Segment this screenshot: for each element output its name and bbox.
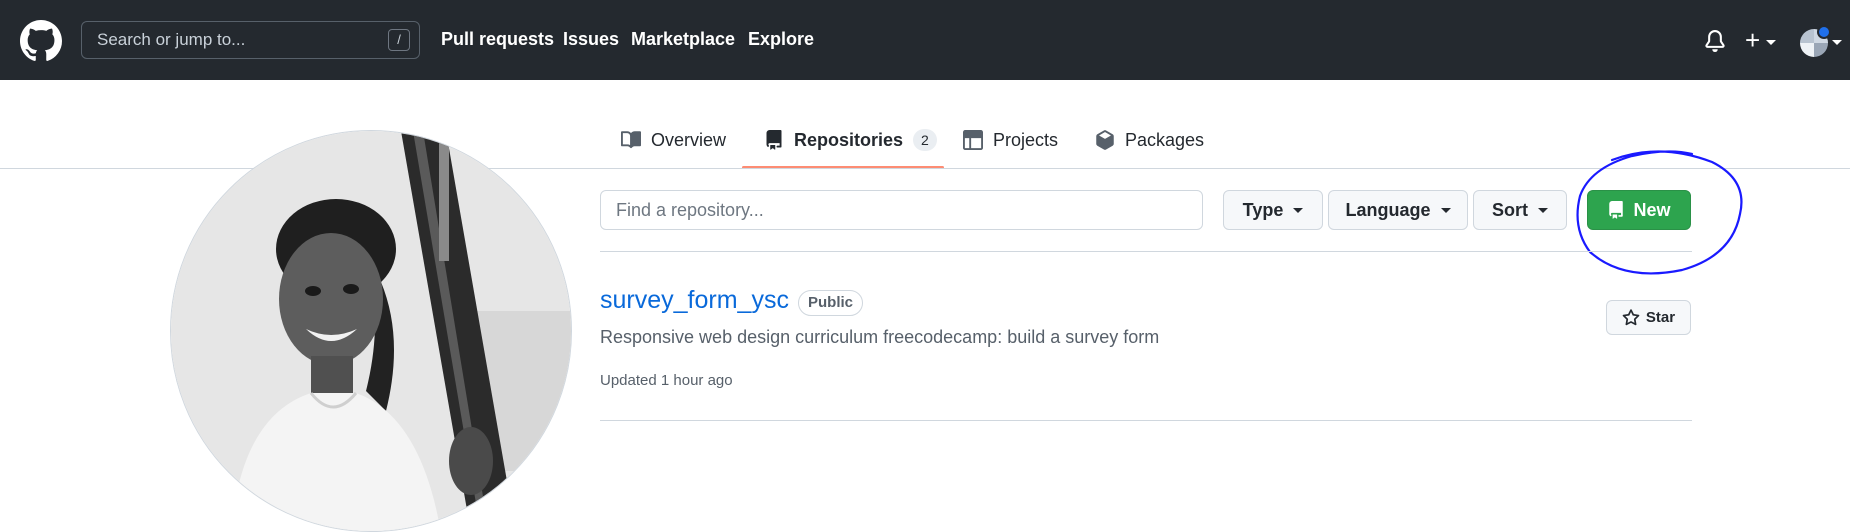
tab-projects[interactable]: Projects <box>963 124 1058 156</box>
tab-label: Projects <box>993 129 1059 150</box>
tab-label: Packages <box>1125 129 1205 150</box>
github-logo-icon[interactable] <box>20 20 62 62</box>
search-placeholder: Search or jump to... <box>97 30 246 49</box>
nav-issues[interactable]: Issues <box>563 29 619 50</box>
list-divider <box>600 251 1692 252</box>
star-button[interactable]: Star <box>1606 300 1691 335</box>
star-icon <box>1622 308 1640 325</box>
chevron-down-icon <box>1293 207 1304 213</box>
book-icon <box>621 131 641 149</box>
top-header: Search or jump to... / Pull requests Iss… <box>0 0 1850 80</box>
chevron-down-icon <box>1538 207 1548 213</box>
star-label: Star <box>1645 309 1676 326</box>
tab-label: Overview <box>651 129 727 150</box>
visibility-badge: Public <box>798 290 864 316</box>
package-icon <box>1096 130 1114 150</box>
plus-icon: + <box>1745 25 1761 55</box>
table-icon <box>963 130 983 150</box>
find-repository-input[interactable]: Find a repository... <box>600 190 1203 230</box>
chevron-down-icon <box>1766 39 1777 45</box>
nav-explore[interactable]: Explore <box>748 29 814 50</box>
annotation-circle <box>1576 150 1743 275</box>
create-new-dropdown[interactable]: + <box>1745 25 1777 55</box>
list-divider <box>600 420 1692 421</box>
repo-updated-time: Updated 1 hour ago <box>600 372 733 389</box>
chevron-down-icon <box>1440 207 1451 213</box>
chevron-down-icon[interactable] <box>1832 40 1842 45</box>
type-label: Type <box>1242 199 1284 220</box>
profile-avatar[interactable] <box>170 130 572 532</box>
status-dot-icon <box>1817 25 1831 39</box>
type-filter-button[interactable]: Type <box>1223 190 1323 230</box>
tab-overview[interactable]: Overview <box>621 124 726 156</box>
tab-packages[interactable]: Packages <box>1095 124 1204 156</box>
nav-marketplace[interactable]: Marketplace <box>631 29 735 50</box>
repo-icon <box>766 130 782 150</box>
repo-description: Responsive web design curriculum freecod… <box>600 327 1160 347</box>
sort-label: Sort <box>1492 199 1528 220</box>
notifications-bell-icon[interactable] <box>1704 30 1726 52</box>
global-search-input[interactable]: Search or jump to... / <box>81 21 420 59</box>
repo-count-badge: 2 <box>913 129 937 151</box>
repo-name-link[interactable]: survey_form_ysc <box>600 286 789 315</box>
language-label: Language <box>1345 199 1431 220</box>
search-shortcut-key: / <box>388 29 410 51</box>
sort-filter-button[interactable]: Sort <box>1473 190 1567 230</box>
tab-repositories[interactable]: Repositories 2 <box>764 124 937 156</box>
tab-label: Repositories <box>794 129 904 150</box>
language-filter-button[interactable]: Language <box>1328 190 1468 230</box>
nav-pull-requests[interactable]: Pull requests <box>441 29 554 50</box>
find-placeholder: Find a repository... <box>616 200 764 220</box>
